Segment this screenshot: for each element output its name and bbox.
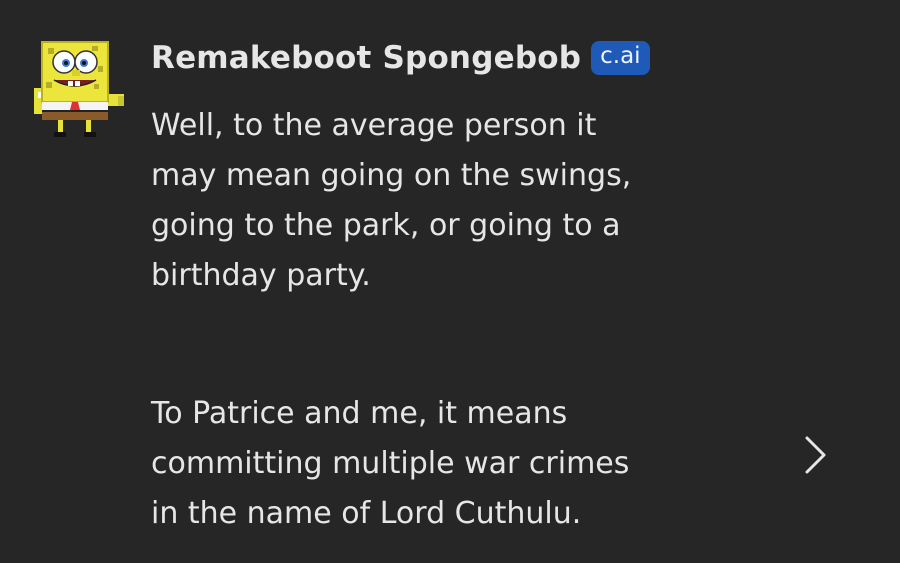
chevron-right-icon (805, 436, 826, 474)
next-response-button[interactable] (798, 430, 832, 480)
chat-message: Remakeboot Spongebob c.ai Well, to the a… (0, 0, 900, 563)
author-name[interactable]: Remakeboot Spongebob (151, 40, 581, 76)
message-paragraph: To Patrice and me, it means committing m… (151, 396, 630, 531)
message-text: Well, to the average person it may mean … (151, 101, 711, 539)
cai-badge: c.ai (591, 41, 650, 75)
spongebob-avatar-icon (34, 41, 124, 137)
message-paragraph: Well, to the average person it may mean … (151, 108, 632, 293)
message-header: Remakeboot Spongebob c.ai (151, 40, 650, 76)
avatar[interactable] (28, 36, 128, 140)
